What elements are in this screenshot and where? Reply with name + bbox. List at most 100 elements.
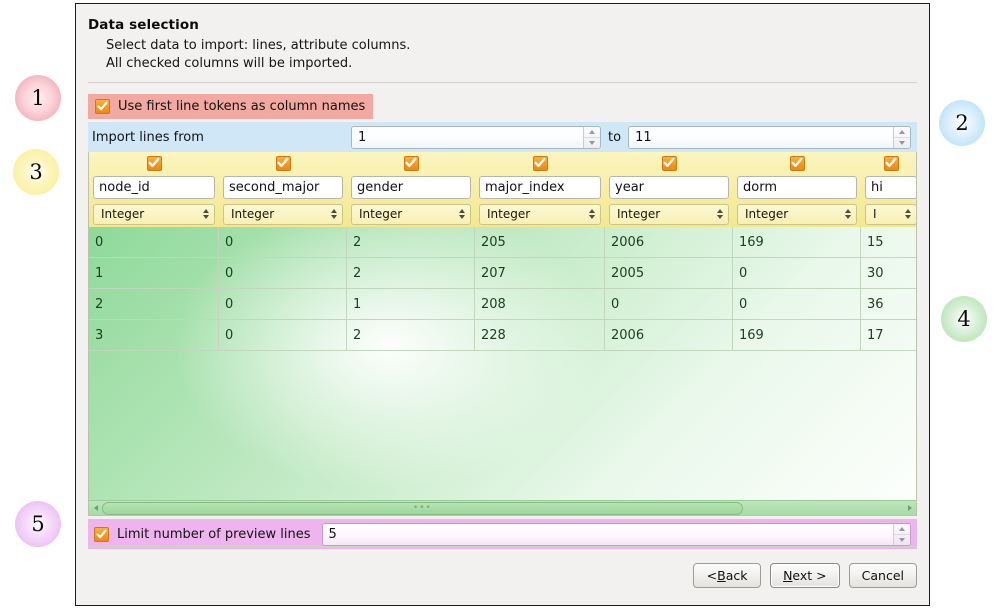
table-cell: 169 — [733, 320, 861, 350]
column-name-cell[interactable]: major_index — [475, 174, 605, 201]
column-name-input[interactable]: hi — [865, 176, 917, 199]
scroll-grip-icon: ••• — [413, 504, 432, 513]
import-lines-to-spinner-buttons[interactable] — [893, 127, 910, 148]
table-cell: 169 — [733, 227, 861, 257]
column-name-row: node_id second_major gender major_index year… — [89, 174, 916, 201]
column-type-select[interactable]: Integer — [351, 204, 471, 225]
horizontal-scroll-track[interactable]: ••• — [102, 502, 903, 515]
column-name-input[interactable]: node_id — [93, 176, 215, 199]
column-type-select[interactable]: Integer — [223, 204, 343, 225]
import-lines-from-input[interactable]: 1 — [352, 127, 583, 148]
table-cell: 2 — [89, 289, 219, 319]
next-button[interactable]: Next > — [770, 563, 840, 588]
import-lines-from-spinner-buttons[interactable] — [583, 127, 600, 148]
column-checkbox-row — [89, 152, 916, 174]
back-button-suffix: ack — [726, 568, 748, 583]
column-type-cell[interactable]: Integer — [219, 201, 347, 227]
import-lines-from-label: Import lines from — [92, 130, 351, 145]
table-row[interactable]: 002205200616915 — [89, 227, 916, 258]
import-lines-to-spinner[interactable]: 11 — [628, 126, 911, 149]
column-type-select[interactable]: I — [865, 204, 917, 225]
column-name-cell[interactable]: hi — [861, 174, 917, 201]
table-row[interactable]: 302228200616917 — [89, 320, 916, 351]
spinner-down-icon[interactable] — [894, 138, 910, 148]
chevron-updown-icon[interactable] — [845, 209, 851, 219]
annotation-badge-3-number: 3 — [29, 160, 42, 184]
chevron-updown-icon[interactable] — [331, 209, 337, 219]
table-cell: 208 — [475, 289, 605, 319]
column-include-checkbox-box[interactable] — [276, 156, 291, 171]
column-include-checkbox[interactable] — [347, 152, 475, 174]
column-name-cell[interactable]: gender — [347, 174, 475, 201]
back-button[interactable]: < Back — [693, 563, 761, 588]
spinner-down-icon[interactable] — [584, 138, 600, 148]
column-type-row: Integer Integer Integer Integer Integer Integ… — [89, 201, 916, 227]
column-type-select[interactable]: Integer — [609, 204, 729, 225]
spinner-up-icon[interactable] — [584, 127, 600, 138]
column-type-cell[interactable]: Integer — [475, 201, 605, 227]
column-include-checkbox[interactable] — [475, 152, 605, 174]
column-type-cell[interactable]: I — [861, 201, 917, 227]
column-type-cell[interactable]: Integer — [89, 201, 219, 227]
import-lines-from-spinner[interactable]: 1 — [351, 126, 601, 149]
column-type-select[interactable]: Integer — [737, 204, 857, 225]
column-name-cell[interactable]: dorm — [733, 174, 861, 201]
spinner-up-icon[interactable] — [894, 524, 910, 535]
column-name-input[interactable]: major_index — [479, 176, 601, 199]
use-first-line-checkbox[interactable] — [95, 99, 110, 114]
column-name-cell[interactable]: node_id — [89, 174, 219, 201]
chevron-updown-icon[interactable] — [589, 209, 595, 219]
limit-preview-label: Limit number of preview lines — [117, 527, 311, 542]
use-first-line-option-row[interactable]: Use first line tokens as column names — [88, 94, 373, 119]
column-include-checkbox-box[interactable] — [533, 156, 548, 171]
horizontal-scroll-thumb[interactable]: ••• — [102, 502, 743, 515]
column-include-checkbox-box[interactable] — [884, 156, 899, 171]
column-include-checkbox[interactable] — [219, 152, 347, 174]
cancel-button[interactable]: Cancel — [849, 563, 917, 588]
column-include-checkbox-box[interactable] — [147, 156, 162, 171]
limit-preview-spinner-buttons[interactable] — [893, 524, 910, 545]
column-name-cell[interactable]: second_major — [219, 174, 347, 201]
chevron-updown-icon[interactable] — [717, 209, 723, 219]
chevron-updown-icon[interactable] — [459, 209, 465, 219]
table-cell: 205 — [475, 227, 605, 257]
dialog-content: Use first line tokens as column names Im… — [76, 94, 929, 549]
column-type-cell[interactable]: Integer — [733, 201, 861, 227]
column-name-input[interactable]: dorm — [737, 176, 857, 199]
table-cell: 17 — [861, 320, 917, 350]
spinner-up-icon[interactable] — [894, 127, 910, 138]
column-name-input[interactable]: year — [609, 176, 729, 199]
column-include-checkbox[interactable] — [89, 152, 219, 174]
scroll-left-icon[interactable] — [89, 505, 102, 511]
table-cell: 0 — [219, 289, 347, 319]
column-include-checkbox[interactable] — [605, 152, 733, 174]
horizontal-scrollbar[interactable]: ••• — [89, 500, 916, 515]
column-name-input[interactable]: second_major — [223, 176, 343, 199]
column-type-value: I — [873, 207, 877, 221]
import-lines-to-input[interactable]: 11 — [629, 127, 893, 148]
table-row[interactable]: 1022072005030 — [89, 258, 916, 289]
table-row[interactable]: 2012080036 — [89, 289, 916, 320]
column-type-cell[interactable]: Integer — [605, 201, 733, 227]
column-type-cell[interactable]: Integer — [347, 201, 475, 227]
column-type-select[interactable]: Integer — [479, 204, 601, 225]
column-name-cell[interactable]: year — [605, 174, 733, 201]
column-include-checkbox[interactable] — [861, 152, 917, 174]
table-cell: 0 — [733, 289, 861, 319]
chevron-updown-icon[interactable] — [203, 209, 209, 219]
chevron-updown-icon[interactable] — [905, 209, 911, 219]
column-type-select[interactable]: Integer — [93, 204, 215, 225]
spinner-down-icon[interactable] — [894, 535, 910, 545]
column-include-checkbox-box[interactable] — [790, 156, 805, 171]
scroll-right-icon[interactable] — [903, 505, 916, 511]
table-cell: 0 — [733, 258, 861, 288]
back-button-prefix: < — [707, 568, 717, 583]
limit-preview-input[interactable]: 5 — [323, 524, 893, 545]
column-type-value: Integer — [617, 207, 660, 221]
limit-preview-checkbox[interactable] — [94, 527, 109, 542]
column-include-checkbox[interactable] — [733, 152, 861, 174]
column-include-checkbox-box[interactable] — [404, 156, 419, 171]
column-name-input[interactable]: gender — [351, 176, 471, 199]
limit-preview-spinner[interactable]: 5 — [322, 523, 911, 546]
column-include-checkbox-box[interactable] — [662, 156, 677, 171]
